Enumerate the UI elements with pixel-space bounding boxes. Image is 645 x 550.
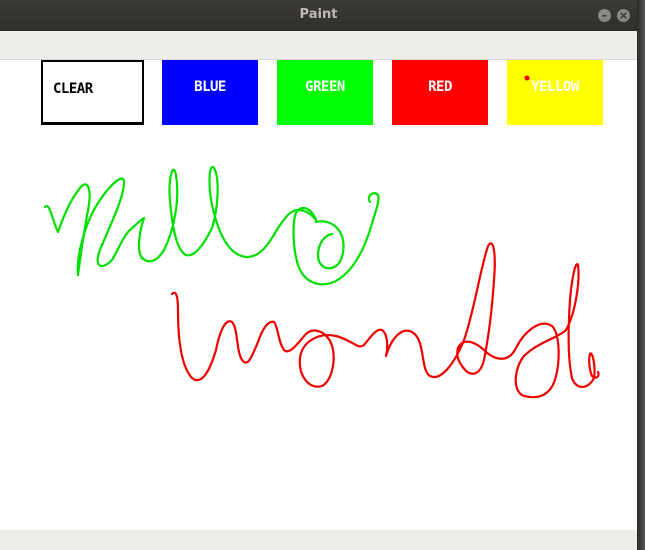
green-stroke-hello <box>43 165 380 286</box>
menu-bar <box>0 31 637 60</box>
red-dot-mark <box>524 75 530 81</box>
close-icon[interactable]: × <box>617 9 630 22</box>
paint-window: Paint – × CLEAR BLUE GREEN RED YELLOW <box>0 0 637 550</box>
green-stroke-o <box>314 220 345 270</box>
titlebar[interactable]: Paint – × <box>0 0 637 31</box>
red-stroke-world <box>170 242 600 399</box>
status-bar <box>0 530 637 550</box>
drawing-strokes <box>43 75 600 399</box>
window-title: Paint <box>299 7 338 22</box>
minimize-icon[interactable]: – <box>598 9 611 22</box>
window-edge <box>637 0 645 550</box>
drawing-canvas[interactable]: CLEAR BLUE GREEN RED YELLOW <box>0 60 637 530</box>
